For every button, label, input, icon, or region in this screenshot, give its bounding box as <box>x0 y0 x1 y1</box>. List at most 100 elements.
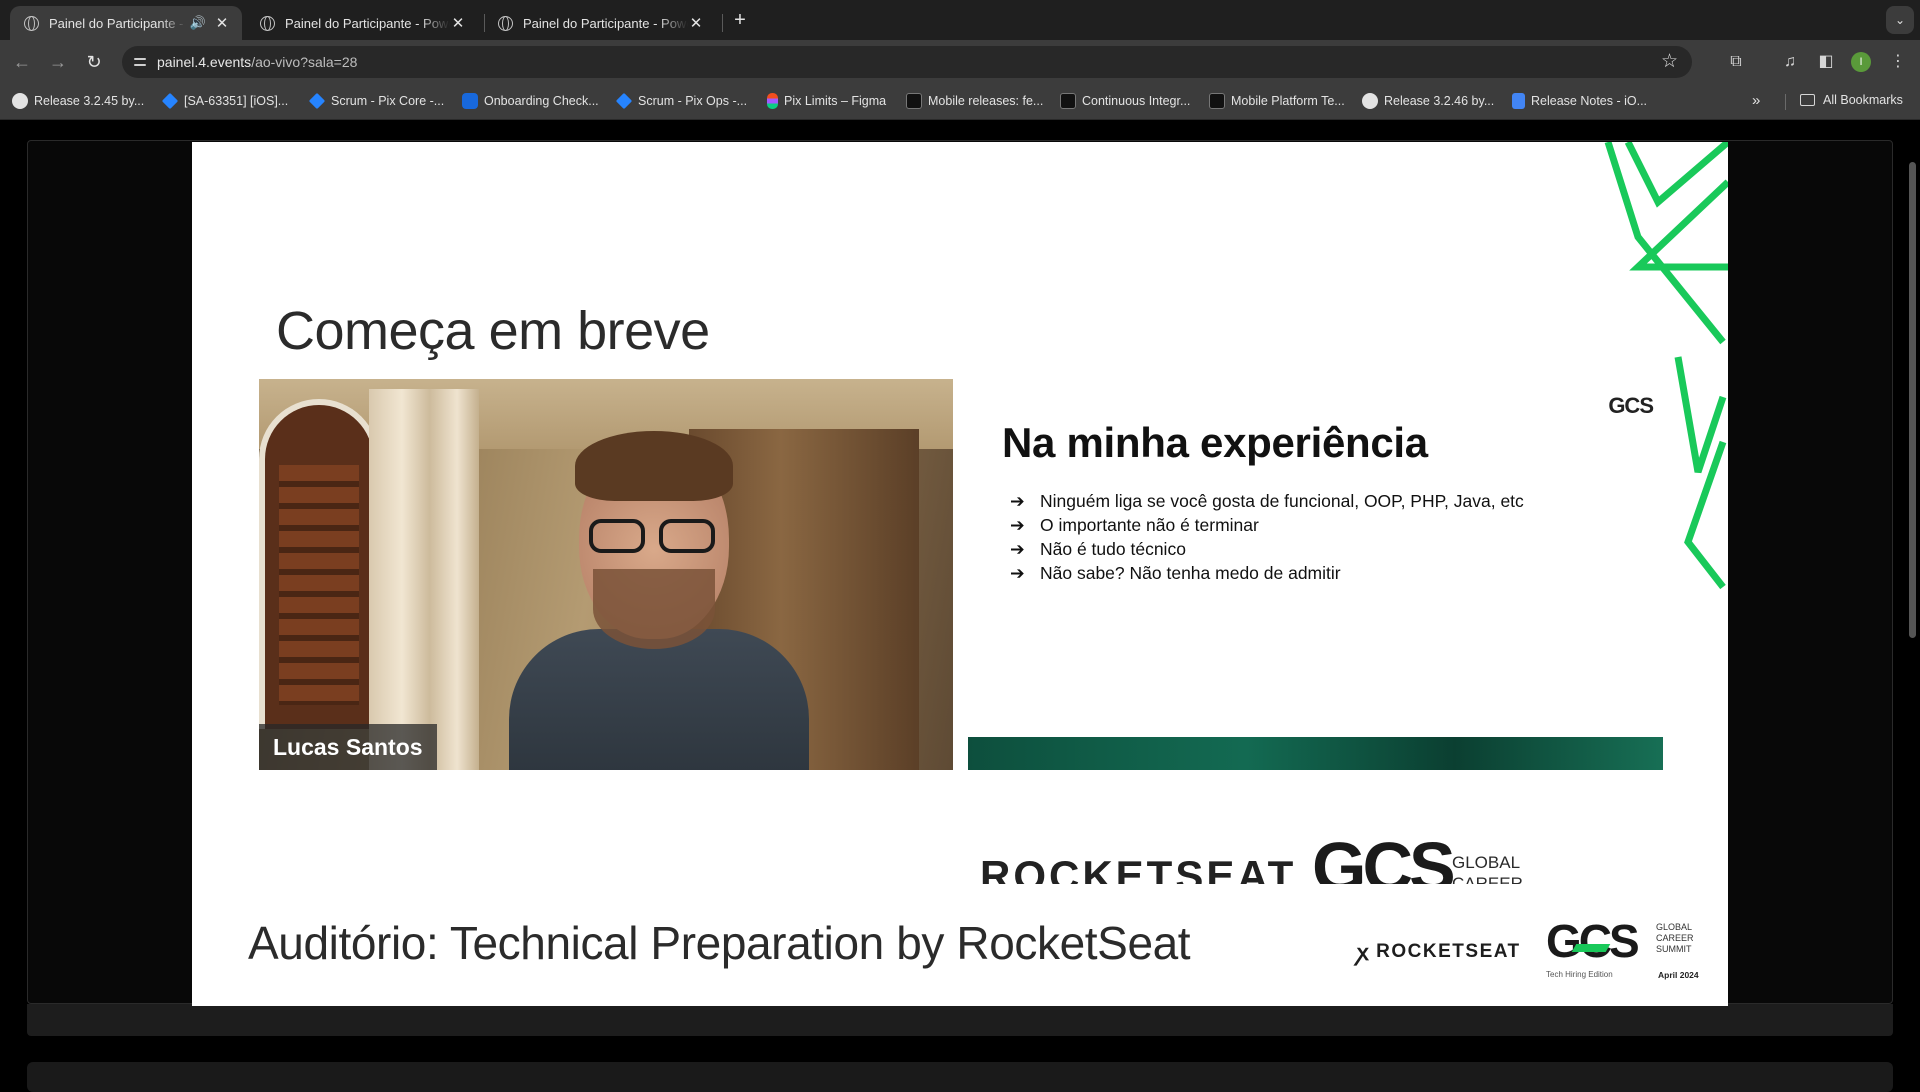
gcs-logo: GCS <box>1312 832 1456 884</box>
bookmark-label: Onboarding Check... <box>484 94 599 108</box>
speaker-figure <box>509 431 809 770</box>
rocketseat-footer-logo: ꭗ ROCKETSEAT <box>1357 937 1521 967</box>
scrollbar-thumb[interactable] <box>1909 162 1916 638</box>
speaker-icon[interactable]: 🔊 <box>190 15 206 31</box>
ci-icon <box>906 93 922 109</box>
summit-words: GLOBAL CAREER SUMMIT <box>1656 922 1694 954</box>
tab-3[interactable]: Painel do Participante - Powe ✕ <box>484 6 716 40</box>
figma-icon <box>767 93 778 109</box>
globe-icon <box>260 15 275 31</box>
arrow-right-icon: ➔ <box>1010 539 1025 559</box>
list-item: ➔ Ninguém liga se você gosta de funcional… <box>1010 489 1524 513</box>
profile-avatar[interactable]: I <box>1851 52 1871 72</box>
bookmark-label: Continuous Integr... <box>1082 94 1191 108</box>
new-tab-button[interactable]: + <box>728 8 752 32</box>
chevron-double-right-icon[interactable]: » <box>1752 92 1760 109</box>
list-item: ➔ Não sabe? Não tenha medo de admitir <box>1010 561 1524 585</box>
bookmark-label: Scrum - Pix Ops -... <box>638 94 748 108</box>
docs-icon <box>1512 93 1525 109</box>
bookmark-label: Release 3.2.45 by... <box>34 94 145 108</box>
site-settings-icon[interactable] <box>132 54 148 70</box>
tab-separator <box>722 14 723 32</box>
github-icon <box>1362 93 1378 109</box>
bookmark-item[interactable]: Release Notes - iO... <box>1512 93 1647 109</box>
bookmark-item[interactable]: [SA-63351] [iOS]... <box>161 92 288 110</box>
bookmark-item[interactable]: Onboarding Check... <box>462 93 599 109</box>
window-background <box>259 399 379 729</box>
bookmarks-separator <box>1785 94 1786 110</box>
tab-strip: Painel do Participante - Powe 🔊 ✕ Painel… <box>0 0 1920 40</box>
bullet-text: O importante não é terminar <box>1040 515 1259 535</box>
player-control-bar[interactable] <box>27 1004 1893 1036</box>
bookmark-label: Release Notes - iO... <box>1531 94 1648 108</box>
bookmark-star-icon[interactable]: ☆ <box>1661 50 1678 73</box>
folder-icon <box>1800 94 1815 106</box>
bullet-text: Não sabe? Não tenha medo de admitir <box>1040 563 1341 583</box>
list-item: ➔ Não é tudo técnico <box>1010 537 1524 561</box>
bookmark-item[interactable]: Release 3.2.46 by... <box>1362 93 1494 109</box>
gcs-wordmark: GCS <box>1546 915 1640 967</box>
kebab-menu-icon[interactable]: ⋮ <box>1886 50 1910 74</box>
edition-text: Tech Hiring Edition <box>1546 970 1613 979</box>
tab-title: Painel do Participante - Powe <box>49 15 186 31</box>
jira-icon <box>161 92 179 110</box>
bookmark-item[interactable]: Release 3.2.45 by... <box>12 93 144 109</box>
below-player-panel <box>27 1062 1893 1092</box>
sponsor-strip: ROCKETSEAT GCS GLOBAL CAREER <box>952 832 1728 884</box>
side-panel-icon[interactable]: ◧ <box>1814 50 1838 74</box>
gcs-green-accent <box>1571 944 1611 952</box>
jira-icon <box>308 92 326 110</box>
confluence-icon <box>462 93 478 109</box>
bullet-list: ➔ Ninguém liga se você gosta de funcional… <box>1010 489 1524 585</box>
global-career-text: GLOBAL CAREER <box>1452 853 1523 884</box>
bookmark-label: Scrum - Pix Core -... <box>331 94 445 108</box>
close-icon[interactable]: ✕ <box>688 14 704 32</box>
all-bookmarks-label: All Bookmarks <box>1823 93 1903 107</box>
ci-icon <box>1209 93 1225 109</box>
bookmark-item[interactable]: Scrum - Pix Core -... <box>308 92 445 110</box>
arrow-right-icon: ➔ <box>1010 491 1025 511</box>
bookmark-label: Release 3.2.46 by... <box>1384 94 1495 108</box>
url-text[interactable]: painel.4.events/ao-vivo?sala=28 <box>157 54 357 70</box>
bookmark-item[interactable]: Mobile Platform Te... <box>1209 93 1345 109</box>
starts-soon-heading: Começa em breve <box>276 301 710 361</box>
stream-slide: Começa em breve ı Lucas Santos GCS Na mi… <box>192 142 1728 1006</box>
bookmark-item[interactable]: Continuous Integr... <box>1060 93 1190 109</box>
globe-icon <box>24 15 39 31</box>
back-button[interactable]: ← <box>8 48 36 76</box>
extensions-icon[interactable]: ⧉ <box>1724 50 1748 74</box>
gcs-logo: GCS <box>1608 393 1654 419</box>
bookmark-label: Pix Limits – Figma <box>784 94 887 108</box>
rocketseat-logo: ROCKETSEAT <box>980 852 1297 884</box>
all-bookmarks-button[interactable]: All Bookmarks <box>1800 93 1903 107</box>
bookmarks-bar: Release 3.2.45 by... [SA-63351] [iOS]...… <box>0 84 1920 120</box>
room-title: Auditório: Technical Preparation by Rock… <box>248 917 1191 969</box>
date-text: April 2024 <box>1658 970 1699 980</box>
bookmark-item[interactable]: Scrum - Pix Ops -... <box>615 92 748 110</box>
bullet-text: Não é tudo técnico <box>1040 539 1186 559</box>
tab-search-button[interactable]: ⌄ <box>1886 6 1914 34</box>
curtain-background <box>369 389 479 770</box>
tab-2[interactable]: Painel do Participante - Powe ✕ <box>246 6 478 40</box>
bullet-text: Ninguém liga se você gosta de funcional,… <box>1040 491 1524 511</box>
gcs-logo-text: GCS <box>1608 393 1654 418</box>
close-icon[interactable]: ✕ <box>214 14 230 32</box>
address-bar[interactable]: painel.4.events/ao-vivo?sala=28 ☆ <box>122 46 1692 78</box>
bookmark-item[interactable]: Mobile releases: fe... <box>906 93 1043 109</box>
forward-button[interactable]: → <box>44 48 72 76</box>
arrow-right-icon: ➔ <box>1010 515 1025 535</box>
browser-toolbar: ← → ↻ painel.4.events/ao-vivo?sala=28 ☆ … <box>0 40 1920 84</box>
url-path: /ao-vivo?sala=28 <box>251 54 358 70</box>
ci-icon <box>1060 93 1076 109</box>
media-controls-icon[interactable]: ♫ <box>1778 50 1802 74</box>
globe-icon <box>498 15 513 31</box>
reload-button[interactable]: ↻ <box>80 48 108 76</box>
bookmark-label: Mobile releases: fe... <box>928 94 1044 108</box>
rocketseat-mark-icon: ꭗ <box>1357 940 1371 965</box>
rocketseat-wordmark: ROCKETSEAT <box>1376 941 1521 962</box>
page-viewport: Começa em breve ı Lucas Santos GCS Na mi… <box>0 120 1920 1092</box>
tab-1[interactable]: Painel do Participante - Powe 🔊 ✕ <box>10 6 242 40</box>
bookmark-item[interactable]: Pix Limits – Figma <box>767 93 886 109</box>
speaker-video: Lucas Santos <box>259 379 953 770</box>
close-icon[interactable]: ✕ <box>450 14 466 32</box>
